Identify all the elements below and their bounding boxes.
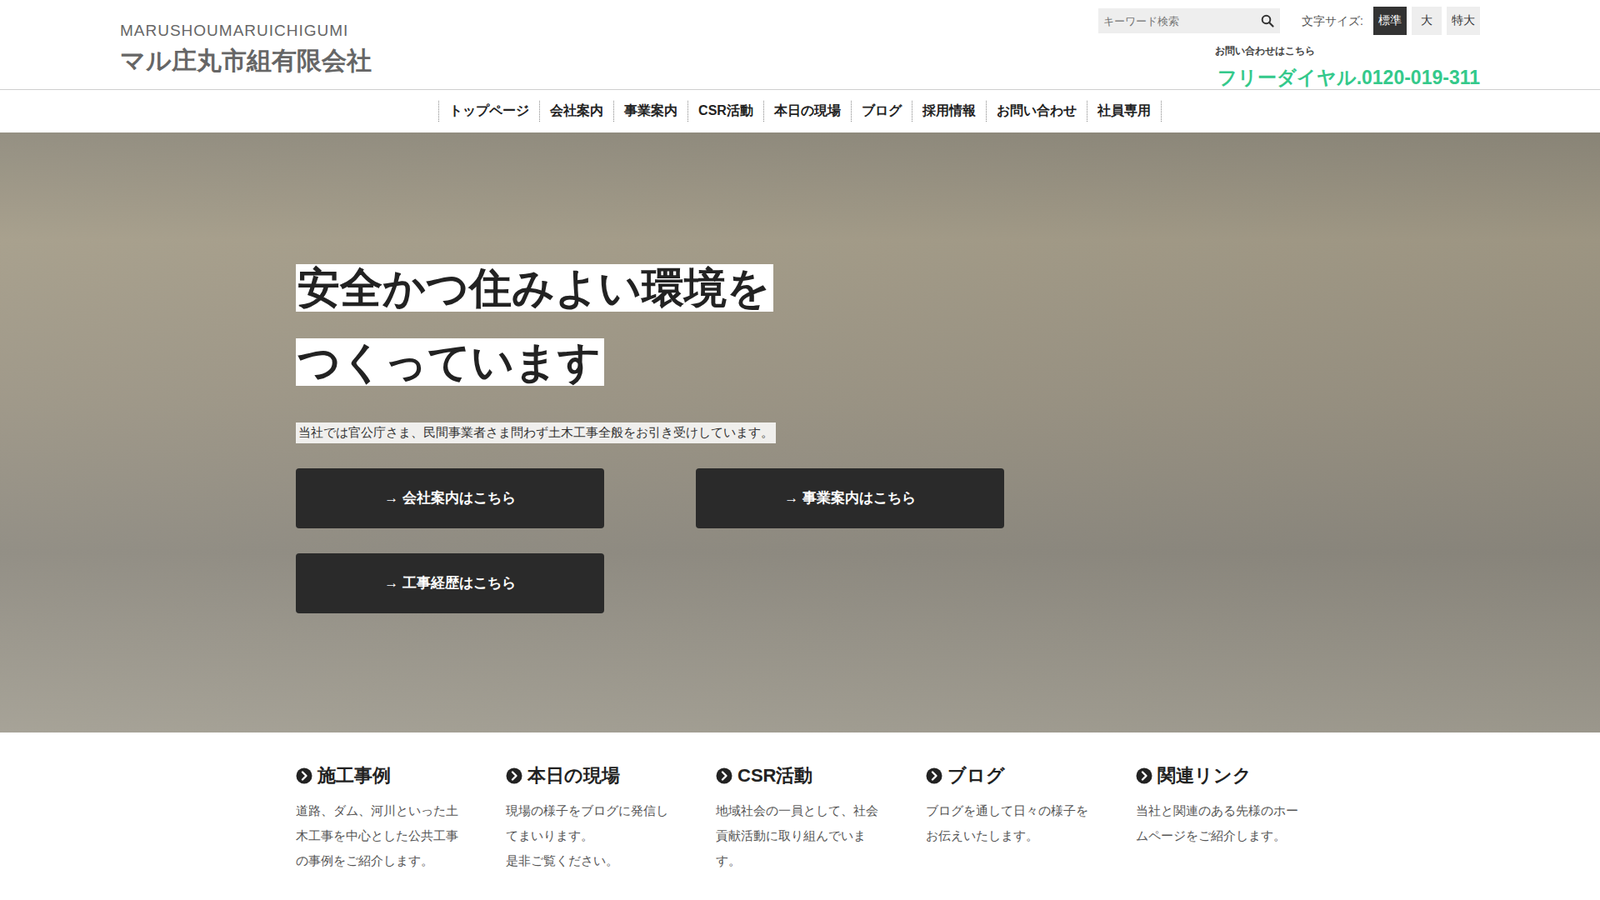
headline-row: 安全かつ住みよい環境を <box>295 264 1600 339</box>
header-inner: MARUSHOUMARUICHIGUMI マル庄丸市組有限会社 文字サイズ: 標準大特… <box>120 0 1480 90</box>
hero-headline: 安全かつ住みよい環境を <box>295 264 774 312</box>
hero-lead: 当社では官公庁さま、民間事業者さま問わず土木工事全般をお引き受けしています。 <box>295 422 776 444</box>
hero-buttons: → 会社案内はこちら → 事業案内はこちら → 工事経歴はこちら <box>295 468 1600 614</box>
arrow-circle-icon <box>925 767 943 785</box>
feature-column: CSR活動地域社会の一員として、社会貢献活動に取り組んでいます。 <box>715 764 926 874</box>
site-header: MARUSHOUMARUICHIGUMI マル庄丸市組有限会社 文字サイズ: 標準大特… <box>0 0 1600 90</box>
font-size-button[interactable]: 大 <box>1411 6 1442 35</box>
feature-text: 道路、ダム、河川といった土木工事を中心とした公共工事の事例をご紹介します。 <box>295 798 467 874</box>
hero-button[interactable]: → 事業案内はこちら <box>695 468 1005 529</box>
feature-column: 施工事例道路、ダム、河川といった土木工事を中心とした公共工事の事例をご紹介します… <box>295 764 506 874</box>
feature-text: ブログを通して日々の様子をお伝えいたします。 <box>925 798 1097 849</box>
nav-item[interactable]: 採用情報 <box>911 100 986 122</box>
nav-item[interactable]: 社員専用 <box>1086 100 1162 122</box>
feature-title-text: CSR活動 <box>737 764 813 789</box>
feature-title[interactable]: CSR活動 <box>715 764 926 789</box>
nav-item[interactable]: お問い合わせ <box>985 100 1087 122</box>
main-nav: トップページ会社案内事業案内CSR活動本日の現場ブログ採用情報お問い合わせ社員専… <box>0 90 1600 133</box>
feature-title[interactable]: ブログ <box>925 764 1136 789</box>
nav-item[interactable]: トップページ <box>438 100 540 122</box>
nav-item[interactable]: 本日の現場 <box>763 100 851 122</box>
feature-text: 地域社会の一員として、社会貢献活動に取り組んでいます。 <box>715 798 887 874</box>
feature-column: ブログブログを通して日々の様子をお伝えいたします。 <box>925 764 1136 874</box>
feature-title-text: 施工事例 <box>317 764 391 789</box>
font-size-button[interactable]: 標準 <box>1373 6 1407 35</box>
hero-button[interactable]: → 工事経歴はこちら <box>295 553 605 614</box>
feature-row: 施工事例道路、ダム、河川といった土木工事を中心とした公共工事の事例をご紹介します… <box>0 732 1600 900</box>
search-icon <box>1260 14 1275 28</box>
hero-headline: つくっています <box>295 338 605 386</box>
feature-title-text: ブログ <box>947 764 1005 789</box>
nav-item[interactable]: 会社案内 <box>539 100 614 122</box>
tools-row: 文字サイズ: 標準大特大 <box>1098 6 1480 35</box>
hero-button[interactable]: → 会社案内はこちら <box>295 468 605 529</box>
feature-text: 当社と関連のある先様のホームページをご紹介します。 <box>1135 798 1307 849</box>
logo[interactable]: MARUSHOUMARUICHIGUMI マル庄丸市組有限会社 <box>120 21 372 77</box>
lead-row: 当社では官公庁さま、民間事業者さま問わず土木工事全般をお引き受けしています。 <box>295 412 1600 444</box>
nav-item[interactable]: CSR活動 <box>687 100 764 122</box>
arrow-circle-icon <box>1135 767 1153 785</box>
contact-label: お問い合わせはこちら <box>1098 43 1480 59</box>
phone-number[interactable]: フリーダイヤル.0120-019-311 <box>1098 63 1480 93</box>
feature-title-text: 本日の現場 <box>527 764 620 789</box>
search-box <box>1098 8 1280 34</box>
nav-item[interactable]: 事業案内 <box>613 100 688 122</box>
feature-title[interactable]: 本日の現場 <box>505 764 716 789</box>
headline-row: つくっています <box>295 338 1600 413</box>
feature-text: 現場の様子をブログに発信してまいります。 是非ご覧ください。 <box>505 798 677 874</box>
feature-column: 本日の現場現場の様子をブログに発信してまいります。 是非ご覧ください。 <box>505 764 716 874</box>
hero-photo: 安全かつ住みよい環境をつくっています当社では官公庁さま、民間事業者さま問わず土木… <box>0 132 1600 733</box>
feature-title[interactable]: 関連リンク <box>1135 764 1346 789</box>
feature-column: 関連リンク当社と関連のある先様のホームページをご紹介します。 <box>1135 764 1346 874</box>
arrow-circle-icon <box>715 767 733 785</box>
search-button[interactable] <box>1255 8 1280 34</box>
arrow-circle-icon <box>505 767 523 785</box>
font-size-button[interactable]: 特大 <box>1446 6 1480 35</box>
company-name: マル庄丸市組有限会社 <box>120 44 372 77</box>
feature-title[interactable]: 施工事例 <box>295 764 506 789</box>
header-tools: 文字サイズ: 標準大特大お問い合わせはこちらフリーダイヤル.0120-019-31… <box>1098 6 1480 93</box>
search-input[interactable] <box>1098 8 1255 34</box>
feature-title-text: 関連リンク <box>1157 764 1252 789</box>
nav-item[interactable]: ブログ <box>850 100 912 122</box>
logo-romaji: MARUSHOUMARUICHIGUMI <box>120 21 372 41</box>
font-size-label: 文字サイズ: <box>1301 12 1364 30</box>
arrow-circle-icon <box>295 767 313 785</box>
